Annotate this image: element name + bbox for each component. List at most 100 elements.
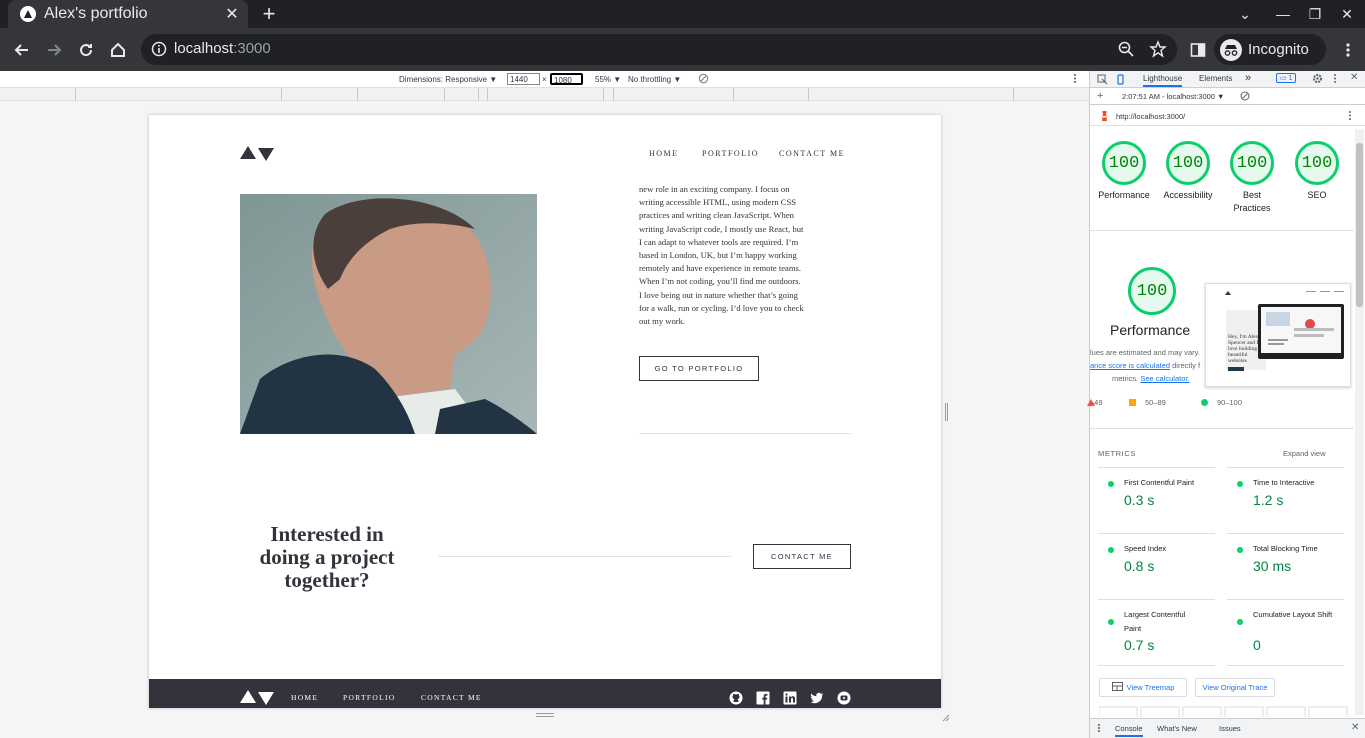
zoom-select[interactable]: 55% ▼ bbox=[595, 75, 621, 84]
devtools-scrollbar[interactable] bbox=[1355, 129, 1364, 715]
report-selector[interactable]: 2:07:51 AM - localhost:3000 ▼ bbox=[1122, 92, 1224, 101]
view-original-trace-button[interactable]: View Original Trace bbox=[1195, 678, 1275, 697]
see-calculator-link[interactable]: See calculator. bbox=[1140, 374, 1189, 383]
close-window-icon[interactable]: ✕ bbox=[1337, 4, 1357, 24]
home-icon[interactable] bbox=[106, 38, 130, 62]
about-line: I can adapt to whatever tools are requir… bbox=[639, 236, 799, 247]
url-text: localhost:3000 bbox=[174, 40, 271, 57]
perf-note-1: lues are estimated and may vary. bbox=[1090, 348, 1200, 357]
performance-title: Performance bbox=[1110, 322, 1191, 338]
footer-logo-icon[interactable] bbox=[240, 690, 274, 705]
more-tabs-button[interactable]: » bbox=[1245, 72, 1251, 84]
about-line: new role in an exciting company. I focus… bbox=[639, 184, 790, 194]
bookmark-star-icon[interactable] bbox=[1149, 40, 1167, 63]
footer-contact-link[interactable]: CONTACT ME bbox=[421, 693, 482, 702]
score-calculated-link[interactable]: ance score is calculated bbox=[1090, 361, 1170, 370]
site-logo-icon[interactable] bbox=[240, 146, 274, 161]
info-icon[interactable] bbox=[151, 41, 167, 62]
svg-text:beautiful: beautiful bbox=[1228, 351, 1248, 358]
seo-gauge-label: SEO bbox=[1307, 190, 1327, 200]
tab-title: Alex's portfolio bbox=[44, 5, 148, 22]
browser-toolbar: localhost:3000 Incognito bbox=[0, 28, 1365, 71]
drawer-tab-issues[interactable]: Issues bbox=[1219, 724, 1241, 733]
devtools-tabbar: Lighthouse Elements » ▭ 1 ✕ bbox=[1090, 71, 1365, 88]
address-bar[interactable]: localhost:3000 bbox=[141, 34, 1177, 65]
device-more-icon[interactable] bbox=[1073, 73, 1077, 86]
throttle-select[interactable]: No throttling ▼ bbox=[628, 75, 681, 84]
performance-gauge[interactable]: 100 bbox=[1102, 141, 1146, 185]
about-divider bbox=[639, 433, 851, 434]
tab-elements[interactable]: Elements bbox=[1199, 74, 1232, 83]
clear-reports-icon[interactable] bbox=[1240, 91, 1250, 103]
contact-me-button[interactable]: CONTACT ME bbox=[753, 544, 851, 569]
minimize-icon[interactable]: — bbox=[1273, 4, 1293, 24]
twitter-icon[interactable] bbox=[810, 691, 824, 705]
width-input[interactable]: 1440 bbox=[507, 73, 540, 85]
media-query-ruler[interactable] bbox=[0, 88, 1089, 101]
drawer-menu-icon[interactable] bbox=[1097, 723, 1101, 735]
back-icon[interactable] bbox=[10, 38, 34, 62]
performance-big-gauge: 100 bbox=[1128, 267, 1176, 315]
report-menu-icon[interactable] bbox=[1348, 110, 1352, 123]
maximize-icon[interactable]: ❐ bbox=[1305, 4, 1325, 24]
view-treemap-label: View Treemap bbox=[1126, 683, 1175, 692]
github-icon[interactable] bbox=[729, 691, 743, 705]
settings-gear-icon[interactable] bbox=[1312, 73, 1323, 86]
incognito-profile[interactable]: Incognito bbox=[1214, 34, 1326, 65]
zoom-icon[interactable] bbox=[1117, 40, 1135, 63]
reload-icon[interactable] bbox=[74, 38, 98, 62]
browser-tab[interactable]: Alex's portfolio ✕ bbox=[8, 0, 248, 28]
seo-gauge[interactable]: 100 bbox=[1295, 141, 1339, 185]
view-treemap-button[interactable]: View Treemap bbox=[1099, 678, 1187, 697]
go-to-portfolio-button[interactable]: GO TO PORTFOLIO bbox=[639, 356, 759, 381]
tab-lighthouse[interactable]: Lighthouse bbox=[1143, 74, 1183, 87]
new-tab-button[interactable]: + bbox=[258, 3, 280, 25]
drawer-tab-console[interactable]: Console bbox=[1115, 724, 1143, 737]
scrollbar-thumb[interactable] bbox=[1356, 143, 1363, 307]
nav-home-link[interactable]: HOME bbox=[649, 149, 679, 158]
ruler-mark bbox=[281, 88, 282, 101]
nav-portfolio-link[interactable]: PORTFOLIO bbox=[702, 149, 759, 158]
best-practices-gauge[interactable]: 100 bbox=[1230, 141, 1274, 185]
ruler-mark bbox=[75, 88, 76, 101]
incognito-icon bbox=[1220, 38, 1242, 61]
devtools-more-icon[interactable] bbox=[1333, 73, 1337, 86]
side-panel-icon[interactable] bbox=[1186, 38, 1210, 62]
expand-view-toggle[interactable]: Expand view bbox=[1283, 449, 1326, 458]
linkedin-icon[interactable] bbox=[783, 691, 797, 705]
device-toggle-icon[interactable] bbox=[1115, 74, 1126, 87]
pass-dot-icon bbox=[1108, 481, 1114, 487]
close-drawer-icon[interactable]: ✕ bbox=[1351, 722, 1359, 733]
page-screenshot-thumbnail[interactable]: Hey, I'm Alex Spencer and I love buildin… bbox=[1205, 283, 1351, 387]
metric-cls-value: 0 bbox=[1253, 637, 1261, 653]
rotate-icon[interactable] bbox=[698, 73, 709, 86]
report-url[interactable]: http://localhost:3000/ bbox=[1116, 112, 1185, 121]
ruler-mark bbox=[1013, 88, 1014, 101]
corner-resize-handle[interactable] bbox=[942, 709, 950, 722]
filmstrip bbox=[1099, 705, 1349, 717]
facebook-icon[interactable] bbox=[756, 691, 770, 705]
device-toolbar: Dimensions: Responsive ▼ 1440 × 1080 55%… bbox=[0, 71, 1089, 88]
bottom-resize-handle[interactable] bbox=[536, 713, 554, 717]
footer-portfolio-link[interactable]: PORTFOLIO bbox=[343, 693, 396, 702]
right-resize-handle[interactable] bbox=[945, 403, 948, 421]
new-report-icon[interactable]: + bbox=[1097, 90, 1103, 102]
height-input[interactable]: 1080 bbox=[550, 73, 583, 85]
inspect-element-icon[interactable] bbox=[1097, 74, 1108, 87]
accessibility-gauge[interactable]: 100 bbox=[1166, 141, 1210, 185]
forward-icon[interactable] bbox=[42, 38, 66, 62]
close-tab-icon[interactable]: ✕ bbox=[222, 4, 242, 24]
close-devtools-icon[interactable]: ✕ bbox=[1350, 72, 1358, 83]
footer-home-link[interactable]: HOME bbox=[291, 693, 318, 702]
youtube-icon[interactable] bbox=[837, 691, 851, 705]
issues-counter-badge[interactable]: ▭ 1 bbox=[1276, 73, 1297, 83]
dimensions-select[interactable]: Dimensions: Responsive ▼ bbox=[399, 75, 497, 84]
metric-separator bbox=[1227, 467, 1344, 468]
perf-note-3: metrics. See calculator. bbox=[1112, 374, 1190, 383]
pass-dot-icon bbox=[1237, 481, 1243, 487]
tab-search-icon[interactable]: ⌄ bbox=[1235, 4, 1255, 24]
nav-contact-link[interactable]: CONTACT ME bbox=[779, 149, 845, 158]
drawer-tab-whats-new[interactable]: What's New bbox=[1157, 724, 1197, 733]
chrome-menu-icon[interactable] bbox=[1336, 38, 1360, 62]
pass-legend-icon bbox=[1201, 399, 1208, 406]
